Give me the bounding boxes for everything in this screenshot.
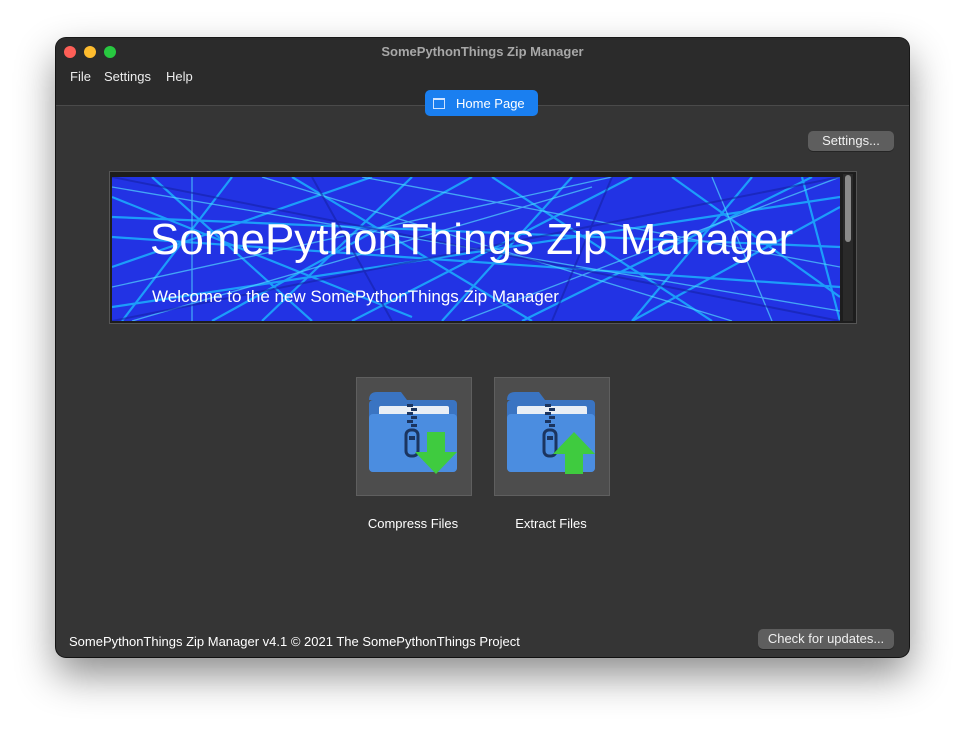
window-icon bbox=[433, 98, 445, 109]
title-bar: SomePythonThings Zip Manager bbox=[56, 38, 909, 65]
banner-frame: SomePythonThings Zip Manager Welcome to … bbox=[109, 171, 857, 324]
extract-files-button[interactable] bbox=[494, 377, 610, 496]
scrollbar-thumb[interactable] bbox=[845, 175, 851, 242]
menu-bar: File Settings Help bbox=[56, 65, 909, 89]
menu-help[interactable]: Help bbox=[166, 69, 193, 84]
tab-home-page[interactable]: Home Page bbox=[425, 90, 538, 116]
banner-subtitle: Welcome to the new SomePythonThings Zip … bbox=[152, 287, 559, 306]
settings-button[interactable]: Settings... bbox=[808, 131, 894, 151]
banner-title: SomePythonThings Zip Manager bbox=[150, 215, 794, 264]
menu-file[interactable]: File bbox=[70, 69, 91, 84]
window-title: SomePythonThings Zip Manager bbox=[381, 44, 584, 59]
extract-files-label: Extract Files bbox=[515, 516, 587, 531]
compress-files-label: Compress Files bbox=[367, 516, 459, 531]
check-for-updates-button[interactable]: Check for updates... bbox=[758, 629, 894, 649]
zip-folder-upload-icon bbox=[507, 392, 595, 474]
menu-settings[interactable]: Settings bbox=[104, 69, 151, 84]
banner-scrollbar[interactable] bbox=[843, 174, 853, 321]
app-window: SomePythonThings Zip Manager File Settin… bbox=[56, 38, 909, 657]
compress-files-button[interactable] bbox=[356, 377, 472, 496]
welcome-banner: SomePythonThings Zip Manager Welcome to … bbox=[112, 177, 840, 321]
footer-version-text: SomePythonThings Zip Manager v4.1 © 2021… bbox=[69, 634, 520, 649]
zip-folder-download-icon bbox=[369, 392, 457, 474]
tab-label: Home Page bbox=[456, 96, 525, 111]
